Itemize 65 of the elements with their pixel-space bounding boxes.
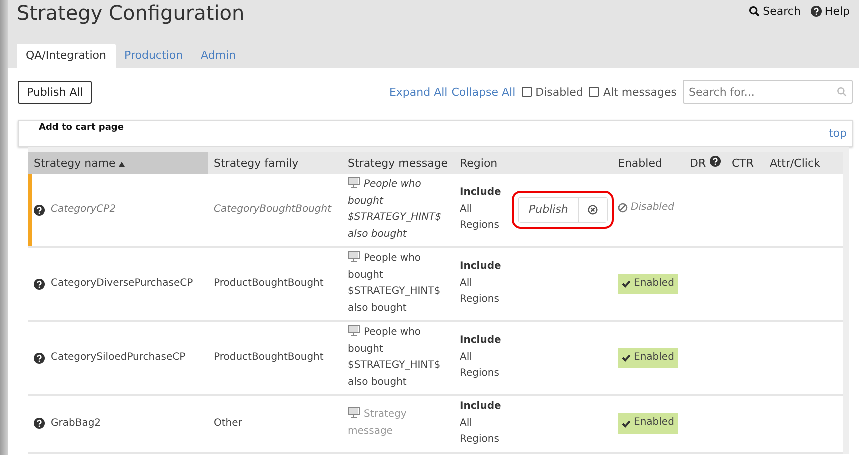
help-icon [34, 418, 45, 430]
region-value: All Regions [460, 416, 500, 447]
column-header[interactable]: Strategy name [28, 152, 208, 174]
monitor-icon [348, 177, 360, 188]
monitor-icon [348, 407, 360, 418]
region-value: All Regions [460, 202, 500, 234]
column-header[interactable]: Strategy family [208, 152, 342, 174]
region-value: All Regions [460, 276, 500, 308]
region-mode: Include [460, 335, 502, 346]
column-header[interactable]: CTR [726, 152, 764, 174]
region-mode: Include [460, 401, 502, 412]
checkbox-label: Alt messages [603, 86, 677, 98]
check-icon [622, 420, 631, 428]
strategy-name[interactable]: GrabBag2 [51, 416, 102, 432]
checkbox-label: Disabled [536, 86, 584, 98]
strategy-family: CategoryBoughtBought [214, 204, 332, 215]
help-icon [34, 204, 45, 216]
help-icon [710, 156, 721, 167]
enabled-badge: Enabled [618, 274, 678, 294]
strategy-family: ProductBoughtBought [214, 352, 324, 363]
column-header[interactable]: Region [454, 152, 512, 174]
region-mode: Include [460, 187, 502, 198]
strategy-name[interactable]: CategorySiloedPurchaseCP [51, 350, 186, 366]
strategy-message: People who bought $STRATEGY_HINT$ also bought [348, 177, 443, 242]
column-header[interactable]: Attr/Click [764, 152, 843, 174]
collapse-all-link[interactable]: Collapse All [452, 86, 516, 98]
help-link[interactable]: Help [810, 5, 850, 18]
publish-all-button[interactable]: Publish All [18, 80, 92, 104]
search-icon [837, 87, 847, 97]
help-icon [810, 6, 822, 17]
search-icon [749, 6, 760, 17]
close-icon [588, 205, 598, 215]
help-icon [34, 278, 45, 290]
expand-all-link[interactable]: Expand All [389, 86, 448, 98]
enabled-badge: Enabled [618, 413, 678, 434]
strategy-family: Other [214, 418, 242, 428]
enabled-badge: Enabled [618, 348, 678, 368]
region-mode: Include [460, 261, 502, 272]
column-header[interactable]: DR [684, 152, 726, 174]
check-icon [622, 280, 631, 288]
strategy-message: Strategy message [348, 407, 408, 439]
help-icon [34, 352, 45, 364]
publish-button[interactable]: Publish [519, 198, 580, 222]
section-title: Add to cart page [39, 123, 124, 133]
column-header[interactable]: Enabled [612, 152, 684, 174]
page-title: Strategy Configuration [17, 1, 245, 25]
strategy-family: ProductBoughtBought [214, 278, 324, 289]
checkbox[interactable] [589, 87, 600, 97]
region-value: All Regions [460, 350, 500, 382]
ban-icon [618, 203, 628, 214]
strategy-message: People who bought $STRATEGY_HINT$ also bought [348, 251, 442, 316]
column-header[interactable]: Strategy message [342, 152, 454, 174]
monitor-icon [348, 325, 360, 336]
strategy-name[interactable]: CategoryCP2 [51, 202, 116, 218]
strategy-message: People who bought $STRATEGY_HINT$ also bought [348, 325, 442, 390]
top-link[interactable]: top [828, 127, 847, 140]
search-link[interactable]: Search [749, 5, 801, 18]
sort-icon [119, 162, 126, 166]
disabled-status: Disabled [618, 200, 674, 217]
strategy-name[interactable]: CategoryDiversePurchaseCP [51, 276, 194, 292]
monitor-icon [348, 251, 360, 262]
check-icon [622, 354, 631, 362]
tab[interactable]: QA/Integration [17, 44, 116, 68]
checkbox[interactable] [522, 87, 532, 97]
search-field[interactable]: Search for... [683, 80, 853, 104]
